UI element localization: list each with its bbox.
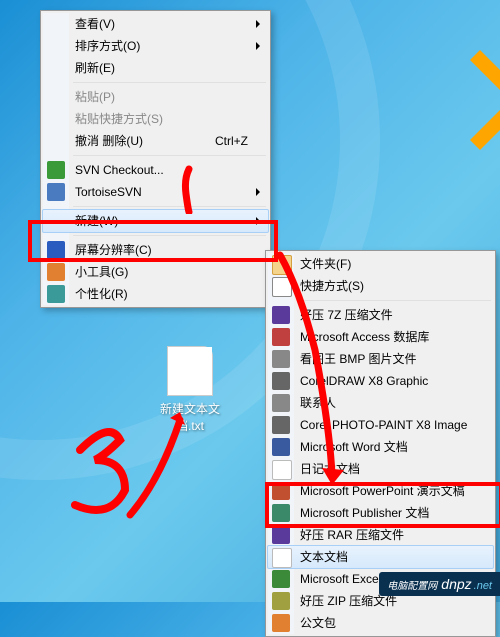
red-icon	[272, 328, 290, 346]
gray1-icon	[272, 394, 290, 412]
menu-item[interactable]: 快捷方式(S)	[268, 275, 493, 297]
menu-item[interactable]: SVN Checkout...	[43, 159, 268, 181]
menu-item-label: Microsoft Publisher 文档	[300, 502, 429, 524]
menu-item: 粘贴快捷方式(S)	[43, 108, 268, 130]
gray1-icon	[272, 350, 290, 368]
menu-item[interactable]: 新建(W)	[42, 209, 269, 233]
menu-item[interactable]: 屏幕分辨率(C)	[43, 239, 268, 261]
menu-item[interactable]: Corel PHOTO-PAINT X8 Image	[268, 414, 493, 436]
annotation-stroke-1	[174, 164, 204, 214]
pub-icon	[272, 504, 290, 522]
menu-item-label: SVN Checkout...	[75, 159, 164, 181]
menu-separator	[73, 82, 266, 83]
folder-icon	[272, 255, 292, 275]
menu-item-label: 好压 RAR 压缩文件	[300, 524, 404, 546]
menu-item-label: 公文包	[300, 612, 336, 634]
menu-item[interactable]: 文本文档	[267, 545, 494, 569]
menu-item-label: 文本文档	[300, 546, 348, 568]
menu-item[interactable]: 刷新(E)	[43, 57, 268, 79]
submenu-arrow-icon	[256, 217, 260, 225]
menu-item-label: 排序方式(O)	[75, 35, 140, 57]
menu-separator	[73, 235, 266, 236]
menu-item[interactable]: 日记本文档	[268, 458, 493, 480]
menu-item: 粘贴(P)	[43, 86, 268, 108]
watermark-logo: 电脑配置网 dnpz .net	[379, 572, 500, 596]
menu-separator	[73, 155, 266, 156]
blue1-icon	[47, 183, 65, 201]
txt-icon	[272, 548, 292, 568]
orange-icon	[47, 263, 65, 281]
menu-item-label: 个性化(R)	[75, 283, 128, 305]
menu-item-label: 新建(W)	[75, 210, 118, 232]
menu-item-label: 快捷方式(S)	[300, 275, 364, 297]
menu-item-label: 好压 7Z 压缩文件	[300, 304, 393, 326]
ppt-icon	[272, 482, 290, 500]
windows-logo-fragment	[430, 50, 500, 150]
menu-item[interactable]: 小工具(G)	[43, 261, 268, 283]
menu-item-label: Microsoft Word 文档	[300, 436, 408, 458]
menu-separator	[298, 300, 491, 301]
menu-item-label: 联系人	[300, 392, 336, 414]
menu-item[interactable]: Microsoft Access 数据库	[268, 326, 493, 348]
menu-item[interactable]: 文件夹(F)	[268, 253, 493, 275]
green-icon	[47, 161, 65, 179]
menu-item-label: 小工具(G)	[75, 261, 128, 283]
menu-item[interactable]: 撤消 删除(U) Ctrl+Z	[43, 130, 268, 152]
watermark-sub: .net	[474, 580, 492, 592]
menu-item-label: 查看(V)	[75, 13, 115, 35]
shortcut-ico-icon	[272, 277, 292, 297]
watermark-main: dnpz	[441, 576, 471, 592]
menu-item[interactable]: Microsoft PowerPoint 演示文稿	[268, 480, 493, 502]
gray2-icon	[272, 416, 290, 434]
menu-item[interactable]: 好压 7Z 压缩文件	[268, 304, 493, 326]
menu-item[interactable]: 个性化(R)	[43, 283, 268, 305]
menu-item[interactable]: TortoiseSVN	[43, 181, 268, 203]
menu-item-shortcut: Ctrl+Z	[215, 130, 248, 152]
menu-item-label: 刷新(E)	[75, 57, 115, 79]
docblue-icon	[272, 438, 290, 456]
menu-item-label: TortoiseSVN	[75, 181, 142, 203]
desktop-context-menu: 查看(V)排序方式(O)刷新(E) 粘贴(P)粘贴快捷方式(S)撤消 删除(U) C…	[40, 10, 271, 308]
submenu-arrow-icon	[256, 20, 260, 28]
menu-item-label: Corel PHOTO-PAINT X8 Image	[300, 414, 467, 436]
zip-icon	[272, 592, 290, 610]
text-file-icon	[167, 346, 213, 396]
blue2-icon	[47, 241, 65, 259]
menu-item[interactable]: CorelDRAW X8 Graphic	[268, 370, 493, 392]
menu-item-label: Microsoft PowerPoint 演示文稿	[300, 480, 465, 502]
submenu-arrow-icon	[256, 188, 260, 196]
submenu-arrow-icon	[256, 42, 260, 50]
menu-item-label: 文件夹(F)	[300, 253, 351, 275]
teal-icon	[47, 285, 65, 303]
menu-item-label: 粘贴快捷方式(S)	[75, 108, 163, 130]
menu-item-label: 撤消 删除(U)	[75, 130, 143, 152]
menu-item[interactable]: 看图王 BMP 图片文件	[268, 348, 493, 370]
rar-icon	[272, 526, 290, 544]
txt-icon	[272, 460, 292, 480]
menu-item-label: CorelDRAW X8 Graphic	[300, 370, 428, 392]
annotation-three-arrow	[70, 410, 190, 530]
menu-item[interactable]: 查看(V)	[43, 13, 268, 35]
gray2-icon	[272, 372, 290, 390]
menu-item-label: Microsoft Access 数据库	[300, 326, 429, 348]
menu-item[interactable]: Microsoft Publisher 文档	[268, 502, 493, 524]
menu-item-label: 屏幕分辨率(C)	[75, 239, 152, 261]
menu-item-label: 看图王 BMP 图片文件	[300, 348, 416, 370]
rar-icon	[272, 306, 290, 324]
watermark-prefix: 电脑配置网	[387, 577, 437, 592]
menu-item-label: 日记本文档	[300, 458, 360, 480]
menu-item[interactable]: 好压 RAR 压缩文件	[268, 524, 493, 546]
menu-item[interactable]: 公文包	[268, 612, 493, 634]
menu-item-label: 粘贴(P)	[75, 86, 115, 108]
menu-separator	[73, 206, 266, 207]
xls-icon	[272, 570, 290, 588]
menu-item[interactable]: Microsoft Word 文档	[268, 436, 493, 458]
orange-icon	[272, 614, 290, 632]
menu-item[interactable]: 联系人	[268, 392, 493, 414]
menu-item[interactable]: 排序方式(O)	[43, 35, 268, 57]
